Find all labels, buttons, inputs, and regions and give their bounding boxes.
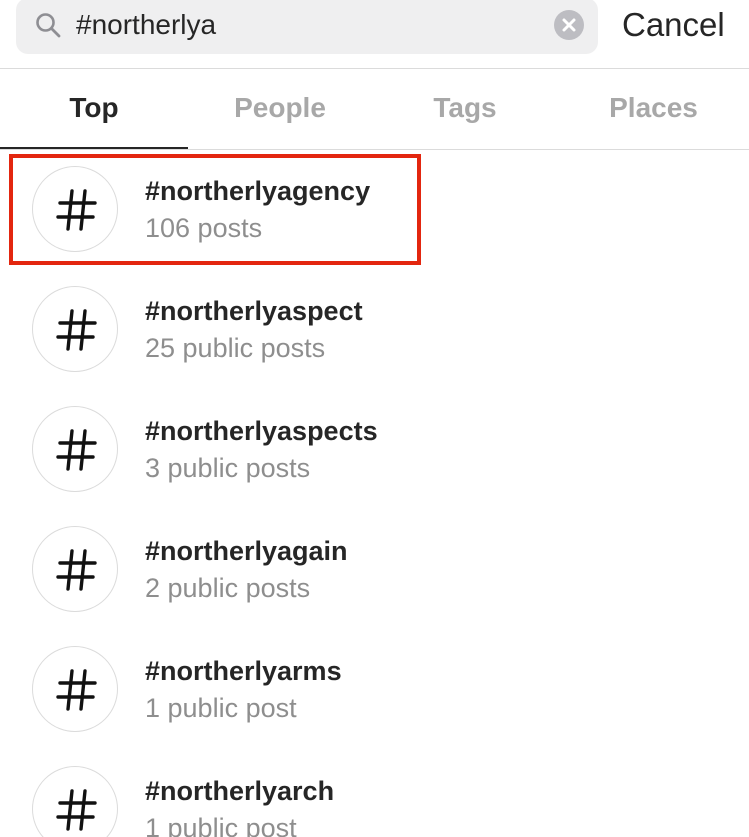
result-hashtag-name: #northerlyaspects xyxy=(145,416,378,446)
result-post-count: 3 public posts xyxy=(145,453,311,483)
search-bar[interactable] xyxy=(16,0,598,54)
highlight-annotation-box xyxy=(9,154,421,265)
result-hashtag-name: #northerlyaspect xyxy=(145,296,363,326)
result-row-northerlyaspect[interactable]: #northerlyaspect 25 public posts xyxy=(0,270,749,390)
hashtag-icon xyxy=(32,406,118,492)
tab-tags[interactable]: Tags xyxy=(372,69,558,149)
result-hashtag-name: #northerlyarms xyxy=(145,656,342,686)
hashtag-search-screen: Cancel Top People Tags Places #northerly… xyxy=(0,0,749,837)
search-icon xyxy=(35,12,61,38)
tab-top[interactable]: Top xyxy=(0,69,188,149)
hashtag-icon xyxy=(32,286,118,372)
tab-places[interactable]: Places xyxy=(558,69,749,149)
result-row-northerlyarch[interactable]: #northerlyarch 1 public post xyxy=(0,750,749,837)
result-post-count: 25 public posts xyxy=(145,333,326,363)
result-post-count: 1 public post xyxy=(145,693,297,723)
result-row-northerlyarms[interactable]: #northerlyarms 1 public post xyxy=(0,630,749,750)
result-post-count: 1 public post xyxy=(145,813,297,837)
result-hashtag-name: #northerlyagain xyxy=(145,536,348,566)
result-row-northerlyagain[interactable]: #northerlyagain 2 public posts xyxy=(0,510,749,630)
hashtag-icon xyxy=(32,526,118,612)
search-tabs: Top People Tags Places xyxy=(0,69,749,149)
result-hashtag-name: #northerlyarch xyxy=(145,776,335,806)
result-post-count: 2 public posts xyxy=(145,573,311,603)
cancel-button[interactable]: Cancel xyxy=(622,4,725,46)
clear-search-icon[interactable] xyxy=(554,10,584,40)
result-row-northerlyaspects[interactable]: #northerlyaspects 3 public posts xyxy=(0,390,749,510)
hashtag-icon xyxy=(32,646,118,732)
search-input[interactable] xyxy=(76,4,546,46)
hashtag-icon xyxy=(32,766,118,837)
tab-people[interactable]: People xyxy=(188,69,372,149)
